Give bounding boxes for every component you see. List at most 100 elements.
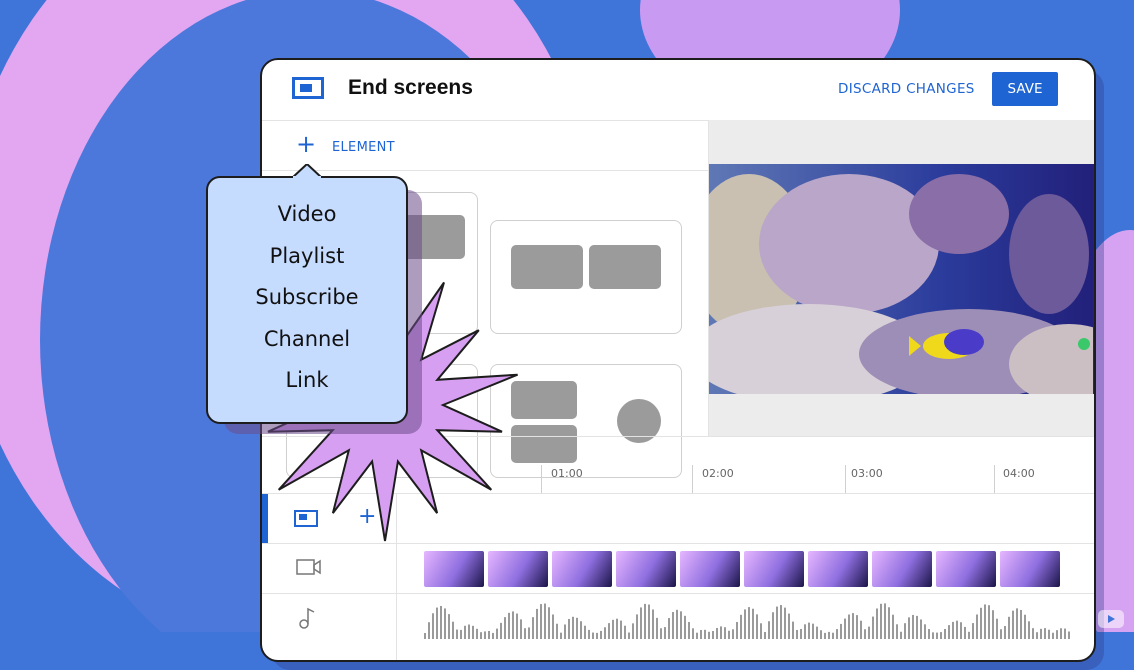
waveform-bar (760, 623, 762, 639)
waveform-bar (584, 625, 586, 639)
waveform-bar (472, 625, 474, 639)
waveform-bar (676, 609, 678, 639)
waveform-bar (848, 614, 850, 639)
discard-changes-button[interactable]: DISCARD CHANGES (838, 81, 975, 97)
video-thumbnail (424, 551, 484, 587)
waveform-bar (800, 628, 802, 639)
waveform-bar (520, 619, 522, 639)
waveform-bar (864, 629, 866, 639)
waveform-bar (496, 628, 498, 639)
waveform-bar (756, 614, 758, 639)
tick-line (692, 465, 693, 493)
menu-item-playlist[interactable]: Playlist (208, 244, 406, 268)
waveform-bar (964, 626, 966, 639)
menu-item-video[interactable]: Video (208, 202, 406, 226)
save-button[interactable]: SAVE (992, 72, 1058, 106)
waveform-bar (620, 620, 622, 639)
waveform-bar (1024, 614, 1026, 639)
waveform-bar (732, 629, 734, 639)
waveform-bar (716, 627, 718, 639)
waveform-bar (628, 632, 630, 639)
waveform-bar (912, 614, 914, 639)
preview-panel (709, 120, 1094, 436)
waveform-bar (1020, 609, 1022, 639)
waveform-bar (444, 608, 446, 639)
waveform-bar (884, 603, 886, 639)
add-element-label[interactable]: ELEMENT (332, 140, 395, 155)
video-preview[interactable] (709, 164, 1094, 394)
waveform-bar (424, 633, 426, 639)
waveform-bar (556, 623, 558, 639)
element-type-menu: Video Playlist Subscribe Channel Link (206, 164, 408, 424)
video-thumbnail (552, 551, 612, 587)
menu-item-subscribe[interactable]: Subscribe (208, 285, 406, 309)
waveform-bar (656, 617, 658, 639)
waveform-bar (1028, 621, 1030, 639)
waveform-bar (920, 619, 922, 639)
add-element-bar[interactable]: + ELEMENT (262, 120, 708, 171)
tick-label: 04:00 (1003, 467, 1035, 480)
waveform-bar (932, 632, 934, 639)
waveform-bar (688, 622, 690, 639)
tick-line (541, 465, 542, 493)
menu-item-link[interactable]: Link (208, 368, 406, 392)
waveform-bar (464, 625, 466, 639)
waveform-bar (808, 622, 810, 639)
waveform-bar (928, 629, 930, 639)
menu-item-channel[interactable]: Channel (208, 327, 406, 351)
waveform-bar (704, 629, 706, 639)
waveform-bar (700, 629, 702, 639)
video-thumbnail (872, 551, 932, 587)
waveform-bar (856, 615, 858, 639)
waveform-bar (532, 617, 534, 639)
waveform-bar (484, 631, 486, 639)
waveform-bar (684, 615, 686, 639)
waveform-bar (712, 631, 714, 639)
waveform-bar (552, 614, 554, 639)
waveform-bar (860, 620, 862, 639)
waveform-bar (524, 628, 526, 639)
waveform-bar (776, 606, 778, 639)
waveform-bar (788, 613, 790, 639)
waveform-bar (528, 627, 530, 639)
waveform-bar (504, 617, 506, 639)
waveform-bar (572, 616, 574, 639)
video-thumbnail (1000, 551, 1060, 587)
waveform-bar (492, 632, 494, 639)
waveform-bar (440, 605, 442, 639)
waveform-bar (904, 623, 906, 639)
waveform-bar (456, 629, 458, 639)
waveform-bar (764, 631, 766, 639)
waveform-bar (956, 620, 958, 639)
tick-label: 03:00 (851, 467, 883, 480)
waveform-bar (452, 621, 454, 639)
waveform-bar (748, 607, 750, 639)
waveform-bar (768, 621, 770, 639)
waveform-bar (708, 631, 710, 639)
waveform-bar (796, 629, 798, 639)
waveform-bar (812, 623, 814, 639)
waveform-bar (1008, 616, 1010, 639)
waveform-bar (948, 625, 950, 639)
screen-icon (292, 77, 324, 99)
waveform-bar (940, 632, 942, 639)
waveform-bar (1016, 608, 1018, 639)
waveform-bar (476, 628, 478, 639)
menu-pointer (292, 164, 322, 178)
video-thumbnail (616, 551, 676, 587)
waveform-bar (852, 613, 854, 639)
tick-label: 02:00 (702, 467, 734, 480)
waveform-bar (432, 613, 434, 639)
waveform-bar (916, 615, 918, 639)
waveform-bar (512, 611, 514, 639)
editor-header: End screens DISCARD CHANGES SAVE (262, 60, 1094, 121)
waveform-bar (872, 616, 874, 639)
waveform-bar (868, 626, 870, 639)
waveform-bar (1032, 628, 1034, 639)
waveform-bar (580, 621, 582, 639)
plus-icon[interactable]: + (296, 132, 316, 156)
waveform-bar (1052, 632, 1054, 639)
waveform-bar (488, 630, 490, 639)
waveform-bar (536, 608, 538, 639)
page-title: End screens (348, 76, 473, 99)
